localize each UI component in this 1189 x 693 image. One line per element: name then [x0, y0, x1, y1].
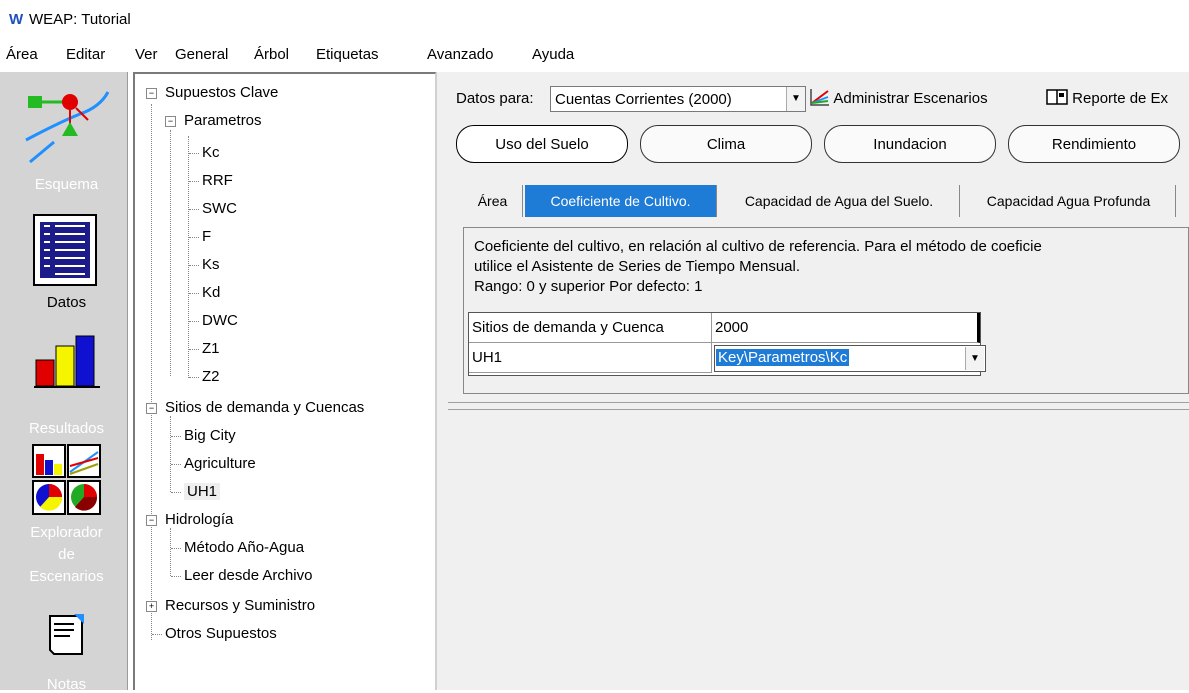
tree-param-z1[interactable]: Z1 [202, 340, 220, 357]
variable-panel: Coeficiente del cultivo, en relación al … [463, 227, 1189, 394]
view-esquema[interactable]: Esquema [6, 82, 127, 193]
menu-ayuda[interactable]: Ayuda [532, 46, 574, 63]
tab-capacidad-agua-suelo[interactable]: Capacidad de Agua del Suelo. [719, 185, 960, 217]
horizontal-splitter[interactable] [448, 402, 1189, 410]
tree-param-dwc[interactable]: DWC [202, 312, 238, 329]
tab-capacidad-agua-profunda[interactable]: Capacidad Agua Profunda [962, 185, 1176, 217]
report-label: Reporte de Ex [1072, 90, 1169, 107]
notes-icon [49, 614, 84, 655]
view-datos[interactable]: Datos [6, 208, 127, 318]
tree-param-swc[interactable]: SWC [202, 200, 237, 217]
tree-param-kd[interactable]: Kd [202, 284, 220, 301]
window-title: WEAP: Tutorial [29, 11, 131, 28]
tree-otros[interactable]: Otros Supuestos [165, 625, 277, 642]
description-line-1: Coeficiente del cultivo, en relación al … [474, 238, 1042, 255]
tree-parametros[interactable]: Parametros [184, 112, 262, 129]
esquema-label: Esquema [34, 176, 99, 193]
menu-ver[interactable]: Ver [135, 46, 158, 63]
explorador-label-2: de [58, 546, 75, 563]
notas-label: Notas [46, 676, 87, 693]
bar-chart-icon [34, 335, 100, 388]
tree-uh1[interactable]: UH1 [184, 483, 221, 500]
manage-scenarios-button[interactable]: Administrar Escenarios [810, 88, 988, 107]
grid-row-name[interactable]: UH1 [469, 343, 712, 373]
scenario-explorer-icon [32, 444, 101, 515]
view-notas[interactable]: Notas [6, 612, 127, 693]
expand-icon[interactable]: + [146, 601, 157, 612]
menu-etiquetas[interactable]: Etiquetas [316, 46, 379, 63]
tree-recursos[interactable]: Recursos y Suministro [165, 597, 315, 614]
grid-header-name: Sitios de demanda y Cuenca [469, 313, 712, 343]
schematic-icon [25, 91, 110, 164]
tree-param-rrf[interactable]: RRF [202, 172, 233, 189]
scenario-select[interactable]: Cuentas Corrientes (2000) ▼ [550, 86, 806, 112]
description-line-2: utilice el Asistente de Series de Tiempo… [474, 258, 801, 275]
tree-metodo-anio-agua[interactable]: Método Año-Agua [184, 539, 304, 556]
tree-param-z2[interactable]: Z2 [202, 368, 220, 385]
view-explorador[interactable]: Explorador de Escenarios [6, 444, 127, 594]
collapse-icon[interactable]: − [165, 116, 176, 127]
menu-area[interactable]: Área [6, 46, 38, 63]
explorador-label-3: Escenarios [29, 568, 104, 585]
chevron-down-icon[interactable]: ▼ [965, 347, 984, 370]
menu-avanzado[interactable]: Avanzado [427, 46, 493, 63]
category-clima[interactable]: Clima [640, 125, 812, 163]
tree-leer-archivo[interactable]: Leer desde Archivo [184, 567, 312, 584]
tab-coeficiente-cultivo[interactable]: Coeficiente de Cultivo. [525, 185, 717, 217]
category-inundacion[interactable]: Inundacion [824, 125, 996, 163]
category-uso-suelo[interactable]: Uso del Suelo [456, 125, 628, 163]
datos-label: Datos [46, 294, 87, 311]
tree-sitios[interactable]: Sitios de demanda y Cuencas [165, 399, 364, 416]
data-grid: Sitios de demanda y Cuenca 2000 UH1 Key\… [468, 312, 986, 376]
manage-scenarios-label: Administrar Escenarios [833, 90, 988, 107]
scenario-value: Cuentas Corrientes (2000) [555, 91, 732, 108]
collapse-icon[interactable]: − [146, 88, 157, 99]
grid-row-value-select[interactable]: Key\Parametros\Kc ▼ [714, 345, 986, 372]
menu-general[interactable]: General [175, 46, 228, 63]
tree-supuestos[interactable]: Supuestos Clave [165, 84, 278, 101]
data-tree[interactable]: − Supuestos Clave − Parametros Kc RRF SW… [133, 72, 436, 690]
view-resultados[interactable]: Resultados [6, 332, 127, 447]
collapse-icon[interactable]: − [146, 515, 157, 526]
title-bar: W WEAP: Tutorial [0, 0, 1189, 36]
main-panel: Datos para: Cuentas Corrientes (2000) ▼ … [448, 72, 1189, 690]
chevron-down-icon[interactable]: ▼ [786, 87, 805, 111]
book-icon [1046, 89, 1068, 105]
description-line-3: Rango: 0 y superior Por defecto: 1 [474, 278, 703, 295]
datos-para-label: Datos para: [456, 90, 534, 107]
menu-arbol[interactable]: Árbol [254, 46, 289, 63]
tree-agriculture[interactable]: Agriculture [184, 455, 256, 472]
tree-param-kc[interactable]: Kc [202, 144, 220, 161]
view-bar: Esquema Datos Resultados Explorador de E… [0, 72, 128, 693]
report-button[interactable]: Reporte de Ex [1046, 88, 1168, 107]
menu-bar: Área Editar Ver General Árbol Etiquetas … [0, 36, 1189, 72]
tree-big-city[interactable]: Big City [184, 427, 236, 444]
tree-param-ks[interactable]: Ks [202, 256, 220, 273]
grid-row-value[interactable]: Key\Parametros\Kc [716, 349, 850, 366]
resultados-label: Resultados [28, 420, 105, 437]
app-logo: W [9, 11, 24, 28]
data-icon [33, 214, 97, 286]
collapse-icon[interactable]: − [146, 403, 157, 414]
explorador-label-1: Explorador [30, 524, 103, 541]
tree-hidrologia[interactable]: Hidrología [165, 511, 233, 528]
grid-header-year: 2000 [712, 313, 980, 343]
menu-editar[interactable]: Editar [66, 46, 105, 63]
scenario-chart-icon [810, 89, 829, 106]
category-rendimiento[interactable]: Rendimiento [1008, 125, 1180, 163]
tree-param-f[interactable]: F [202, 228, 211, 245]
tab-area[interactable]: Área [463, 185, 523, 217]
